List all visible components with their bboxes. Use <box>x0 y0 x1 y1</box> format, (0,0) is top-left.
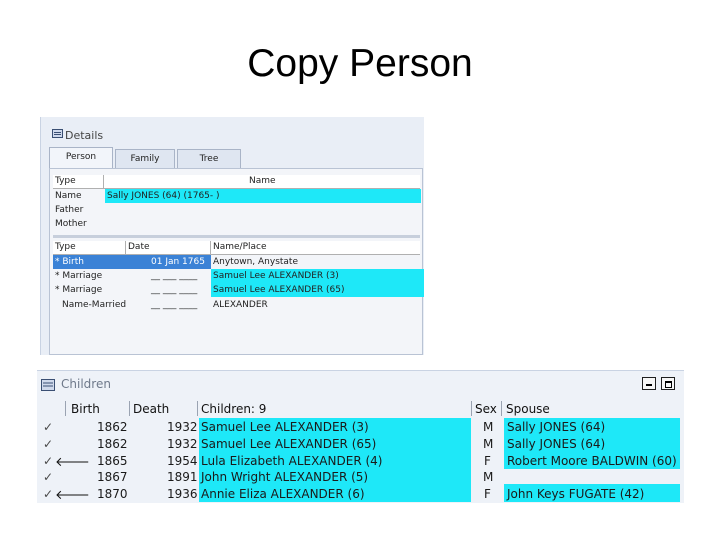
child-name[interactable]: Samuel Lee ALEXANDER (65) <box>201 437 376 451</box>
mother-row-type: Mother <box>55 219 87 229</box>
child-death: 1932 <box>167 420 198 434</box>
check-icon: ✓ <box>43 470 54 484</box>
event-row[interactable]: * Marriage __ ___ ____ Samuel Lee ALEXAN… <box>53 283 424 297</box>
birth-header[interactable]: Birth <box>71 402 100 416</box>
child-name[interactable]: Annie Eliza ALEXANDER (6) <box>201 487 365 501</box>
events-grid-header: Type Date Name/Place <box>53 241 420 255</box>
window-icon <box>41 379 55 391</box>
death-header[interactable]: Death <box>133 402 169 416</box>
child-death: 1932 <box>167 437 198 451</box>
grid-splitter[interactable] <box>53 235 420 238</box>
event-row[interactable]: * Marriage __ ___ ____ Samuel Lee ALEXAN… <box>53 269 424 283</box>
tab-family[interactable]: Family <box>115 149 175 168</box>
child-death: 1954 <box>167 454 198 468</box>
child-sex: M <box>483 420 494 434</box>
child-name[interactable]: Samuel Lee ALEXANDER (3) <box>201 420 369 434</box>
child-spouse[interactable]: Sally JONES (64) <box>507 420 605 434</box>
name-grid-name-header[interactable]: Name <box>249 176 276 186</box>
name-row-value[interactable]: Sally JONES (64) (1765- ) <box>105 189 421 203</box>
check-icon: ✓ <box>43 437 54 451</box>
person-panel: Type Name Name Sally JONES (64) (1765- )… <box>49 168 424 355</box>
event-date: 01 Jan 1765 <box>151 257 205 267</box>
name-grid-header: Type Name <box>53 175 420 189</box>
event-place: Samuel Lee ALEXANDER (65) <box>211 283 424 297</box>
sex-header[interactable]: Sex <box>475 402 497 416</box>
children-title: Children <box>61 377 111 391</box>
children-titlebar: Children <box>37 371 684 397</box>
child-sex: M <box>483 470 494 484</box>
event-place: ALEXANDER <box>213 300 268 310</box>
tab-tree[interactable]: Tree <box>177 149 241 168</box>
event-place: Samuel Lee ALEXANDER (3) <box>211 269 424 283</box>
slide-title: Copy Person <box>247 42 473 85</box>
father-row-type: Father <box>55 205 84 215</box>
child-death: 1936 <box>167 487 198 501</box>
child-birth: 1870 <box>97 487 128 501</box>
child-row[interactable]: ✓ 🡐 1865 1954 Lula Elizabeth ALEXANDER (… <box>37 452 684 470</box>
child-spouse[interactable]: Sally JONES (64) <box>507 437 605 451</box>
mother-row[interactable]: Mother <box>53 217 420 231</box>
tab-person[interactable]: Person <box>49 147 113 169</box>
child-birth: 1862 <box>97 437 128 451</box>
child-name[interactable]: John Wright ALEXANDER (5) <box>201 470 368 484</box>
children-window: Children Birth Death Children: 9 Sex Spo… <box>37 370 684 503</box>
details-title: Details <box>65 129 104 142</box>
event-place: Anytown, Anystate <box>213 257 298 267</box>
name-row[interactable]: Name Sally JONES (64) (1765- ) <box>53 189 421 203</box>
child-birth: 1862 <box>97 420 128 434</box>
event-date: __ ___ ____ <box>151 285 198 295</box>
child-row[interactable]: ✓ 🡐 1870 1936 Annie Eliza ALEXANDER (6) … <box>37 485 684 503</box>
children-header[interactable]: Children: 9 <box>201 402 266 416</box>
children-grid-header: Birth Death Children: 9 Sex Spouse <box>37 401 684 416</box>
minimize-button[interactable] <box>642 377 656 390</box>
child-row[interactable]: ✓ 1862 1932 Samuel Lee ALEXANDER (65) M … <box>37 435 684 452</box>
event-type: Name-Married <box>62 300 127 310</box>
child-name[interactable]: Lula Elizabeth ALEXANDER (4) <box>201 454 382 468</box>
name-grid-type-header[interactable]: Type <box>55 176 76 186</box>
event-type: * Marriage <box>55 285 103 295</box>
events-date-header[interactable]: Date <box>128 242 150 252</box>
check-icon: ✓ <box>43 420 54 434</box>
child-spouse[interactable]: John Keys FUGATE (42) <box>507 487 644 501</box>
child-birth: 1865 <box>97 454 128 468</box>
child-sex: M <box>483 437 494 451</box>
father-row[interactable]: Father <box>53 203 420 217</box>
event-date: __ ___ ____ <box>151 300 198 310</box>
child-birth: 1867 <box>97 470 128 484</box>
events-type-header[interactable]: Type <box>55 242 76 252</box>
check-icon: ✓ <box>43 454 54 468</box>
details-window: Details Person Family Tree Type Name Nam… <box>40 117 424 355</box>
event-type: * Marriage <box>55 271 103 281</box>
name-row-type: Name <box>55 191 82 201</box>
event-date: __ ___ ____ <box>151 271 198 281</box>
child-death: 1891 <box>167 470 198 484</box>
event-row[interactable]: Name-Married __ ___ ____ ALEXANDER <box>53 298 420 312</box>
child-spouse[interactable]: Robert Moore BALDWIN (60) <box>507 454 677 468</box>
event-row[interactable]: * Birth 01 Jan 1765 Anytown, Anystate <box>53 255 420 269</box>
child-sex: F <box>484 454 491 468</box>
child-sex: F <box>484 487 491 501</box>
child-row[interactable]: ✓ 1862 1932 Samuel Lee ALEXANDER (3) M S… <box>37 418 684 435</box>
window-icon <box>52 129 63 138</box>
details-titlebar: Details <box>41 117 424 147</box>
arrow-left-icon: 🡐 <box>55 488 90 503</box>
child-row[interactable]: ✓ 1867 1891 John Wright ALEXANDER (5) M <box>37 468 684 485</box>
event-type: * Birth <box>55 257 84 267</box>
events-place-header[interactable]: Name/Place <box>213 242 267 252</box>
check-icon: ✓ <box>43 487 54 501</box>
spouse-header[interactable]: Spouse <box>506 402 550 416</box>
maximize-button[interactable] <box>661 377 675 390</box>
